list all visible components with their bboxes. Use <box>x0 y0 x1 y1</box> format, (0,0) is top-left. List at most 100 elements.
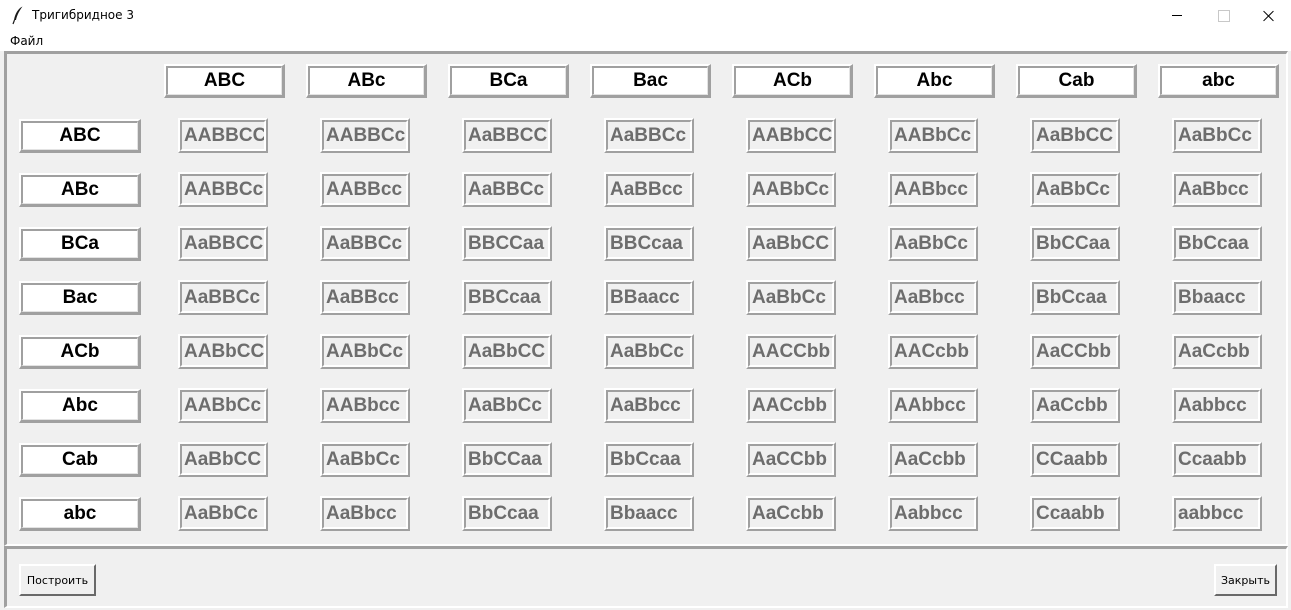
genotype-cell: AaBBCc <box>462 172 552 207</box>
genotype-text: AaBbCc <box>1032 174 1118 205</box>
genotype-text: BBCcaa <box>606 228 692 259</box>
column-gamete-7[interactable]: Cab <box>1016 64 1137 98</box>
column-gamete-input[interactable]: ABC <box>166 66 282 95</box>
row-gamete-3[interactable]: BCa <box>19 227 141 261</box>
title-bar: Тригибридное 3 <box>0 0 1291 31</box>
genotype-cell: AABBCc <box>320 118 410 153</box>
genotype-cell: AACcbb <box>888 334 978 369</box>
build-button[interactable]: Построить <box>19 564 96 596</box>
genotype-cell: AaBbCc <box>888 226 978 261</box>
genotype-text: AaBBCc <box>606 120 692 151</box>
genotype-text: AaBbcc <box>1174 174 1260 205</box>
menu-bar: Файл <box>0 31 1291 51</box>
genotype-text: Ccaabb <box>1174 444 1260 475</box>
genotype-text: Ccaabb <box>1032 498 1118 529</box>
column-gamete-1[interactable]: ABC <box>164 64 285 98</box>
column-gamete-input[interactable]: abc <box>1160 66 1276 95</box>
genotype-text: BbCCaa <box>464 444 550 475</box>
row-gamete-input[interactable]: abc <box>21 499 138 528</box>
genotype-cell: AABbCc <box>320 334 410 369</box>
row-gamete-8[interactable]: abc <box>19 497 141 531</box>
column-gamete-input[interactable]: ABc <box>308 66 424 95</box>
genotype-cell: AACcbb <box>746 388 836 423</box>
genotype-cell: Ccaabb <box>1172 442 1262 477</box>
genotype-text: Aabbcc <box>890 498 976 529</box>
row-gamete-2[interactable]: ABc <box>19 173 141 207</box>
window-title: Тригибридное 3 <box>32 8 134 22</box>
genotype-cell: AaBBCC <box>178 226 268 261</box>
row-gamete-input[interactable]: BCa <box>21 229 138 258</box>
genotype-text: AaBbCc <box>606 336 692 367</box>
genotype-cell: AABbCC <box>746 118 836 153</box>
genotype-cell: aabbcc <box>1172 496 1262 531</box>
genotype-cell: AaBBCc <box>178 280 268 315</box>
genotype-text: AaCcbb <box>748 498 834 529</box>
genotype-text: AaBbCc <box>322 444 408 475</box>
column-gamete-input[interactable]: Abc <box>876 66 992 95</box>
maximize-icon[interactable] <box>1200 0 1246 31</box>
genotype-cell: AABbcc <box>320 388 410 423</box>
genotype-text: AaCCbb <box>748 444 834 475</box>
genotype-cell: CCaabb <box>1030 442 1120 477</box>
genotype-text: AaBbCC <box>464 336 550 367</box>
genotype-text: BbCcaa <box>606 444 692 475</box>
column-gamete-6[interactable]: Abc <box>874 64 995 98</box>
genotype-cell: BbCcaa <box>1030 280 1120 315</box>
column-gamete-4[interactable]: Bac <box>590 64 711 98</box>
genotype-text: AACCbb <box>748 336 834 367</box>
genotype-cell: BbCcaa <box>462 496 552 531</box>
column-gamete-input[interactable]: Cab <box>1018 66 1134 95</box>
genotype-text: AaBbCc <box>748 282 834 313</box>
genotype-text: AABbCc <box>322 336 408 367</box>
genotype-text: AABbCc <box>748 174 834 205</box>
genotype-cell: AaBbCC <box>746 226 836 261</box>
genotype-cell: AaBbCC <box>1030 118 1120 153</box>
row-gamete-input[interactable]: ACb <box>21 337 138 366</box>
row-gamete-4[interactable]: Bac <box>19 281 141 315</box>
genotype-text: Bbaacc <box>606 498 692 529</box>
row-gamete-6[interactable]: Abc <box>19 389 141 423</box>
genotype-cell: AABBcc <box>320 172 410 207</box>
genotype-cell: AaBBcc <box>604 172 694 207</box>
column-gamete-2[interactable]: ABc <box>306 64 427 98</box>
row-gamete-input[interactable]: Cab <box>21 445 138 474</box>
row-gamete-input[interactable]: Bac <box>21 283 138 312</box>
row-gamete-input[interactable]: ABC <box>21 121 138 150</box>
genotype-text: AaBbcc <box>890 282 976 313</box>
genotype-cell: BBaacc <box>604 280 694 315</box>
genotype-cell: AaCcbb <box>1172 334 1262 369</box>
genotype-cell: AaCcbb <box>1030 388 1120 423</box>
column-gamete-5[interactable]: ACb <box>732 64 853 98</box>
minimize-icon[interactable] <box>1154 0 1200 31</box>
genotype-text: BbCCaa <box>1032 228 1118 259</box>
column-gamete-input[interactable]: Bac <box>592 66 708 95</box>
genotype-text: AaCcbb <box>1032 390 1118 421</box>
genotype-text: AaBbCC <box>1032 120 1118 151</box>
genotype-text: AaBBCc <box>322 228 408 259</box>
genotype-cell: AaBBCc <box>320 226 410 261</box>
close-button[interactable]: Закрыть <box>1214 564 1277 596</box>
row-gamete-5[interactable]: ACb <box>19 335 141 369</box>
row-gamete-7[interactable]: Cab <box>19 443 141 477</box>
row-gamete-input[interactable]: ABc <box>21 175 138 204</box>
genotype-cell: AaBbCc <box>746 280 836 315</box>
genotype-text: AABbCc <box>180 390 266 421</box>
action-panel: Построить Закрыть <box>4 546 1288 608</box>
column-gamete-input[interactable]: ACb <box>734 66 850 95</box>
genotype-cell: BBCcaa <box>462 280 552 315</box>
genotype-cell: AaBbCC <box>462 334 552 369</box>
genotype-cell: AABbCc <box>746 172 836 207</box>
genotype-cell: AaBbCc <box>320 442 410 477</box>
column-gamete-input[interactable]: BCa <box>450 66 566 95</box>
genotype-text: AaBBcc <box>606 174 692 205</box>
menu-file[interactable]: Файл <box>10 34 43 48</box>
column-gamete-3[interactable]: BCa <box>448 64 569 98</box>
genotype-text: AaBbCc <box>1174 120 1260 151</box>
genotype-text: AaBBCc <box>464 174 550 205</box>
genotype-text: AaBBCc <box>180 282 266 313</box>
genotype-cell: BbCcaa <box>604 442 694 477</box>
column-gamete-8[interactable]: abc <box>1158 64 1279 98</box>
row-gamete-input[interactable]: Abc <box>21 391 138 420</box>
close-icon[interactable] <box>1245 0 1291 31</box>
row-gamete-1[interactable]: ABC <box>19 119 141 153</box>
